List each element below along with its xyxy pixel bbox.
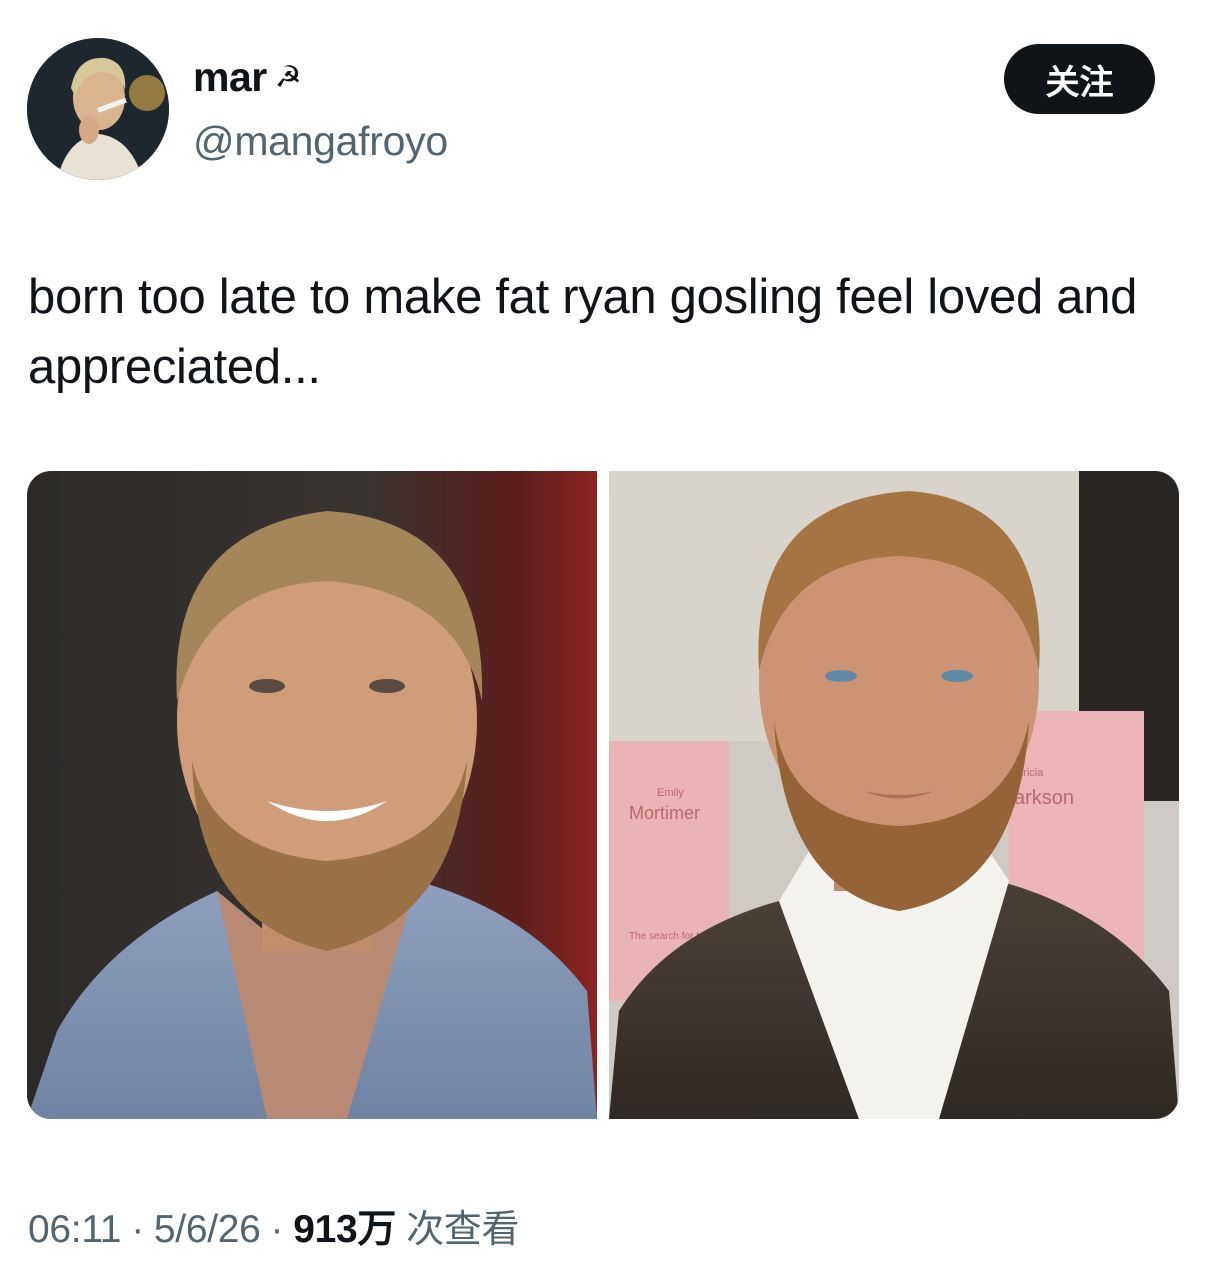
display-name-text: mar bbox=[193, 54, 267, 100]
tweet-text: born too late to make fat ryan gosling f… bbox=[28, 270, 1138, 394]
meta-separator: · bbox=[131, 1208, 144, 1251]
display-name[interactable]: mar ☭ bbox=[193, 54, 302, 101]
avatar[interactable] bbox=[27, 38, 169, 180]
user-handle[interactable]: @mangafroyo bbox=[193, 118, 448, 165]
profile-photo-icon bbox=[27, 38, 169, 180]
tweet-meta: 06:11 · 5/6/26 · 913万 次查看 bbox=[28, 1198, 520, 1254]
backdrop-text-big-right: arkson bbox=[1014, 787, 1074, 809]
meta-separator: · bbox=[270, 1208, 284, 1251]
photo-smiling-man-blue-shirt[interactable] bbox=[27, 471, 597, 1119]
views-label: 次查看 bbox=[406, 1207, 520, 1251]
backdrop-text-small-left: Emily bbox=[657, 787, 684, 799]
views-count[interactable]: 913万 bbox=[293, 1198, 396, 1254]
photo-man-event-backdrop[interactable]: Emily Mortimer atricia arkson The search… bbox=[609, 471, 1179, 1119]
tweet-date[interactable]: 5/6/26 bbox=[154, 1208, 261, 1252]
media-grid: Emily Mortimer atricia arkson The search… bbox=[27, 471, 1179, 1119]
tweet-time[interactable]: 06:11 bbox=[28, 1208, 122, 1252]
follow-button[interactable]: 关注 bbox=[1004, 44, 1155, 114]
hammer-sickle-icon: ☭ bbox=[274, 60, 302, 94]
backdrop-text-big-left: Mortimer bbox=[629, 803, 700, 823]
